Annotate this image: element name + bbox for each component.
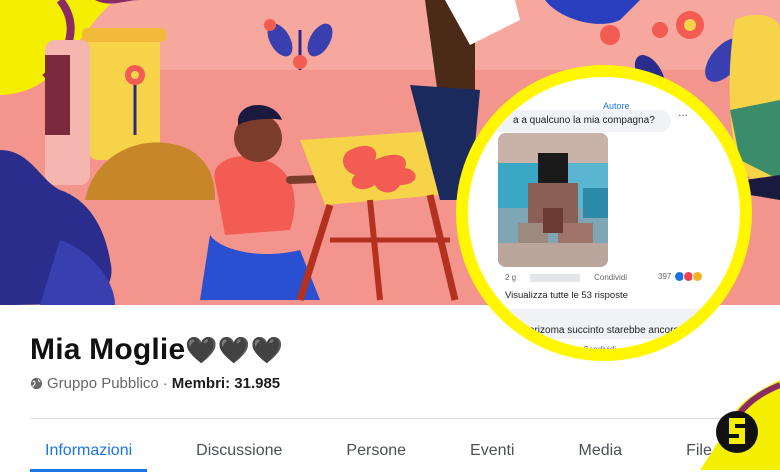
comment-text: a a qualcuno la mia compagna?	[513, 115, 655, 126]
group-name-text: Mia Moglie	[30, 333, 186, 366]
brand-logo	[716, 411, 758, 453]
reply-text: n perizoma succinto starebbe ancora m	[515, 325, 691, 336]
comment-time[interactable]: 2 g	[505, 273, 516, 282]
group-name-hearts: 🖤🖤🖤	[185, 335, 284, 365]
comment-actions: 2 g Condividi	[505, 273, 641, 282]
zoom-highlight-circle: Autore a a qualcuno la mia compagna? ...…	[456, 65, 752, 361]
author-badge: Autore	[603, 101, 630, 111]
tab-discussione[interactable]: Discussione	[181, 432, 297, 472]
corner-decoration	[700, 380, 780, 470]
zoomed-comment: Autore a a qualcuno la mia compagna? ...…	[468, 77, 740, 349]
tab-informazioni[interactable]: Informazioni	[30, 432, 148, 472]
haha-reaction-icon	[692, 271, 704, 282]
meta-separator: ·	[162, 375, 168, 392]
pixelated-image	[498, 133, 608, 267]
tab-media[interactable]: Media	[563, 432, 637, 472]
tab-eventi[interactable]: Eventi	[455, 432, 529, 472]
view-all-replies-link[interactable]: Visualizza tutte le 53 risposte	[505, 290, 628, 301]
reaction-count: 397	[658, 272, 672, 281]
group-meta: Gruppo Pubblico · Membri: 31.985	[30, 375, 280, 392]
comment-share[interactable]: Condividi	[594, 273, 627, 282]
group-privacy: Gruppo Pubblico	[47, 375, 159, 392]
tab-persone[interactable]: Persone	[331, 432, 421, 472]
group-members-count[interactable]: Membri: 31.985	[172, 375, 280, 392]
more-options-icon[interactable]: ...	[678, 105, 688, 119]
reply-share-button[interactable]: Condividi	[583, 345, 616, 349]
blurred-action	[530, 273, 581, 282]
reactions-summary[interactable]: 397	[658, 271, 704, 282]
comment-photo-blurred[interactable]	[498, 133, 608, 267]
globe-icon	[30, 377, 43, 390]
group-name[interactable]: Mia Moglie🖤🖤🖤	[30, 333, 283, 367]
